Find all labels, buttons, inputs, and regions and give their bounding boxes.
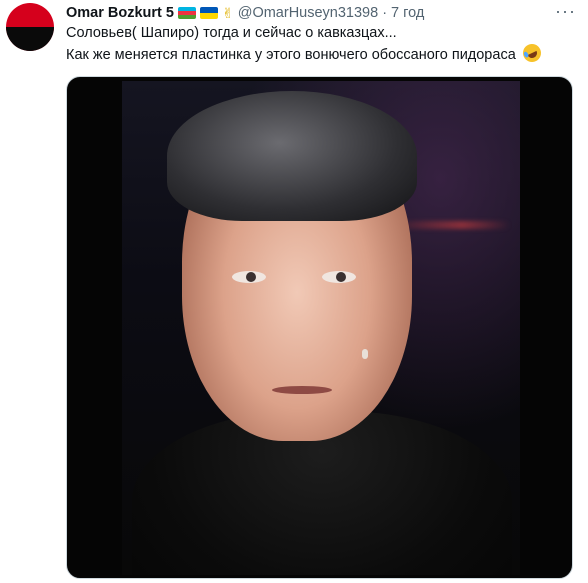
person-hair — [167, 91, 417, 221]
ukraine-flag-icon — [199, 7, 218, 19]
video-frame[interactable] — [122, 81, 520, 575]
avatar[interactable] — [6, 3, 54, 51]
more-options-icon[interactable]: ··· — [555, 2, 576, 20]
tweet[interactable]: Omar Bozkurt 5 ✌ @OmarHuseyn31398 · 7 го… — [0, 0, 588, 583]
video-player[interactable] — [66, 76, 573, 579]
victory-hand-icon: ✌ — [221, 5, 234, 21]
user-handle[interactable]: @OmarHuseyn31398 — [238, 5, 378, 21]
azerbaijan-flag-icon — [177, 7, 196, 19]
avatar-bottom-stripe — [6, 27, 54, 51]
timestamp[interactable]: 7 год — [391, 5, 424, 21]
mouth — [272, 386, 332, 394]
lapel-mic — [362, 349, 368, 359]
tweet-text-line-1: Соловьев( Шапиро) тогда и сейчас о кавка… — [66, 25, 397, 41]
left-eye — [232, 271, 266, 283]
separator-dot: · — [382, 5, 388, 21]
right-eye — [322, 271, 356, 283]
rolling-on-floor-laughing-icon — [519, 41, 544, 65]
display-name[interactable]: Omar Bozkurt 5 — [66, 5, 174, 21]
tweet-text-line-2-content: Как же меняется пластинка у этого вонюче… — [66, 47, 516, 63]
tweet-text-line-2: Как же меняется пластинка у этого вонюче… — [66, 41, 544, 65]
tweet-header: Omar Bozkurt 5 ✌ @OmarHuseyn31398 · 7 го… — [66, 3, 548, 23]
